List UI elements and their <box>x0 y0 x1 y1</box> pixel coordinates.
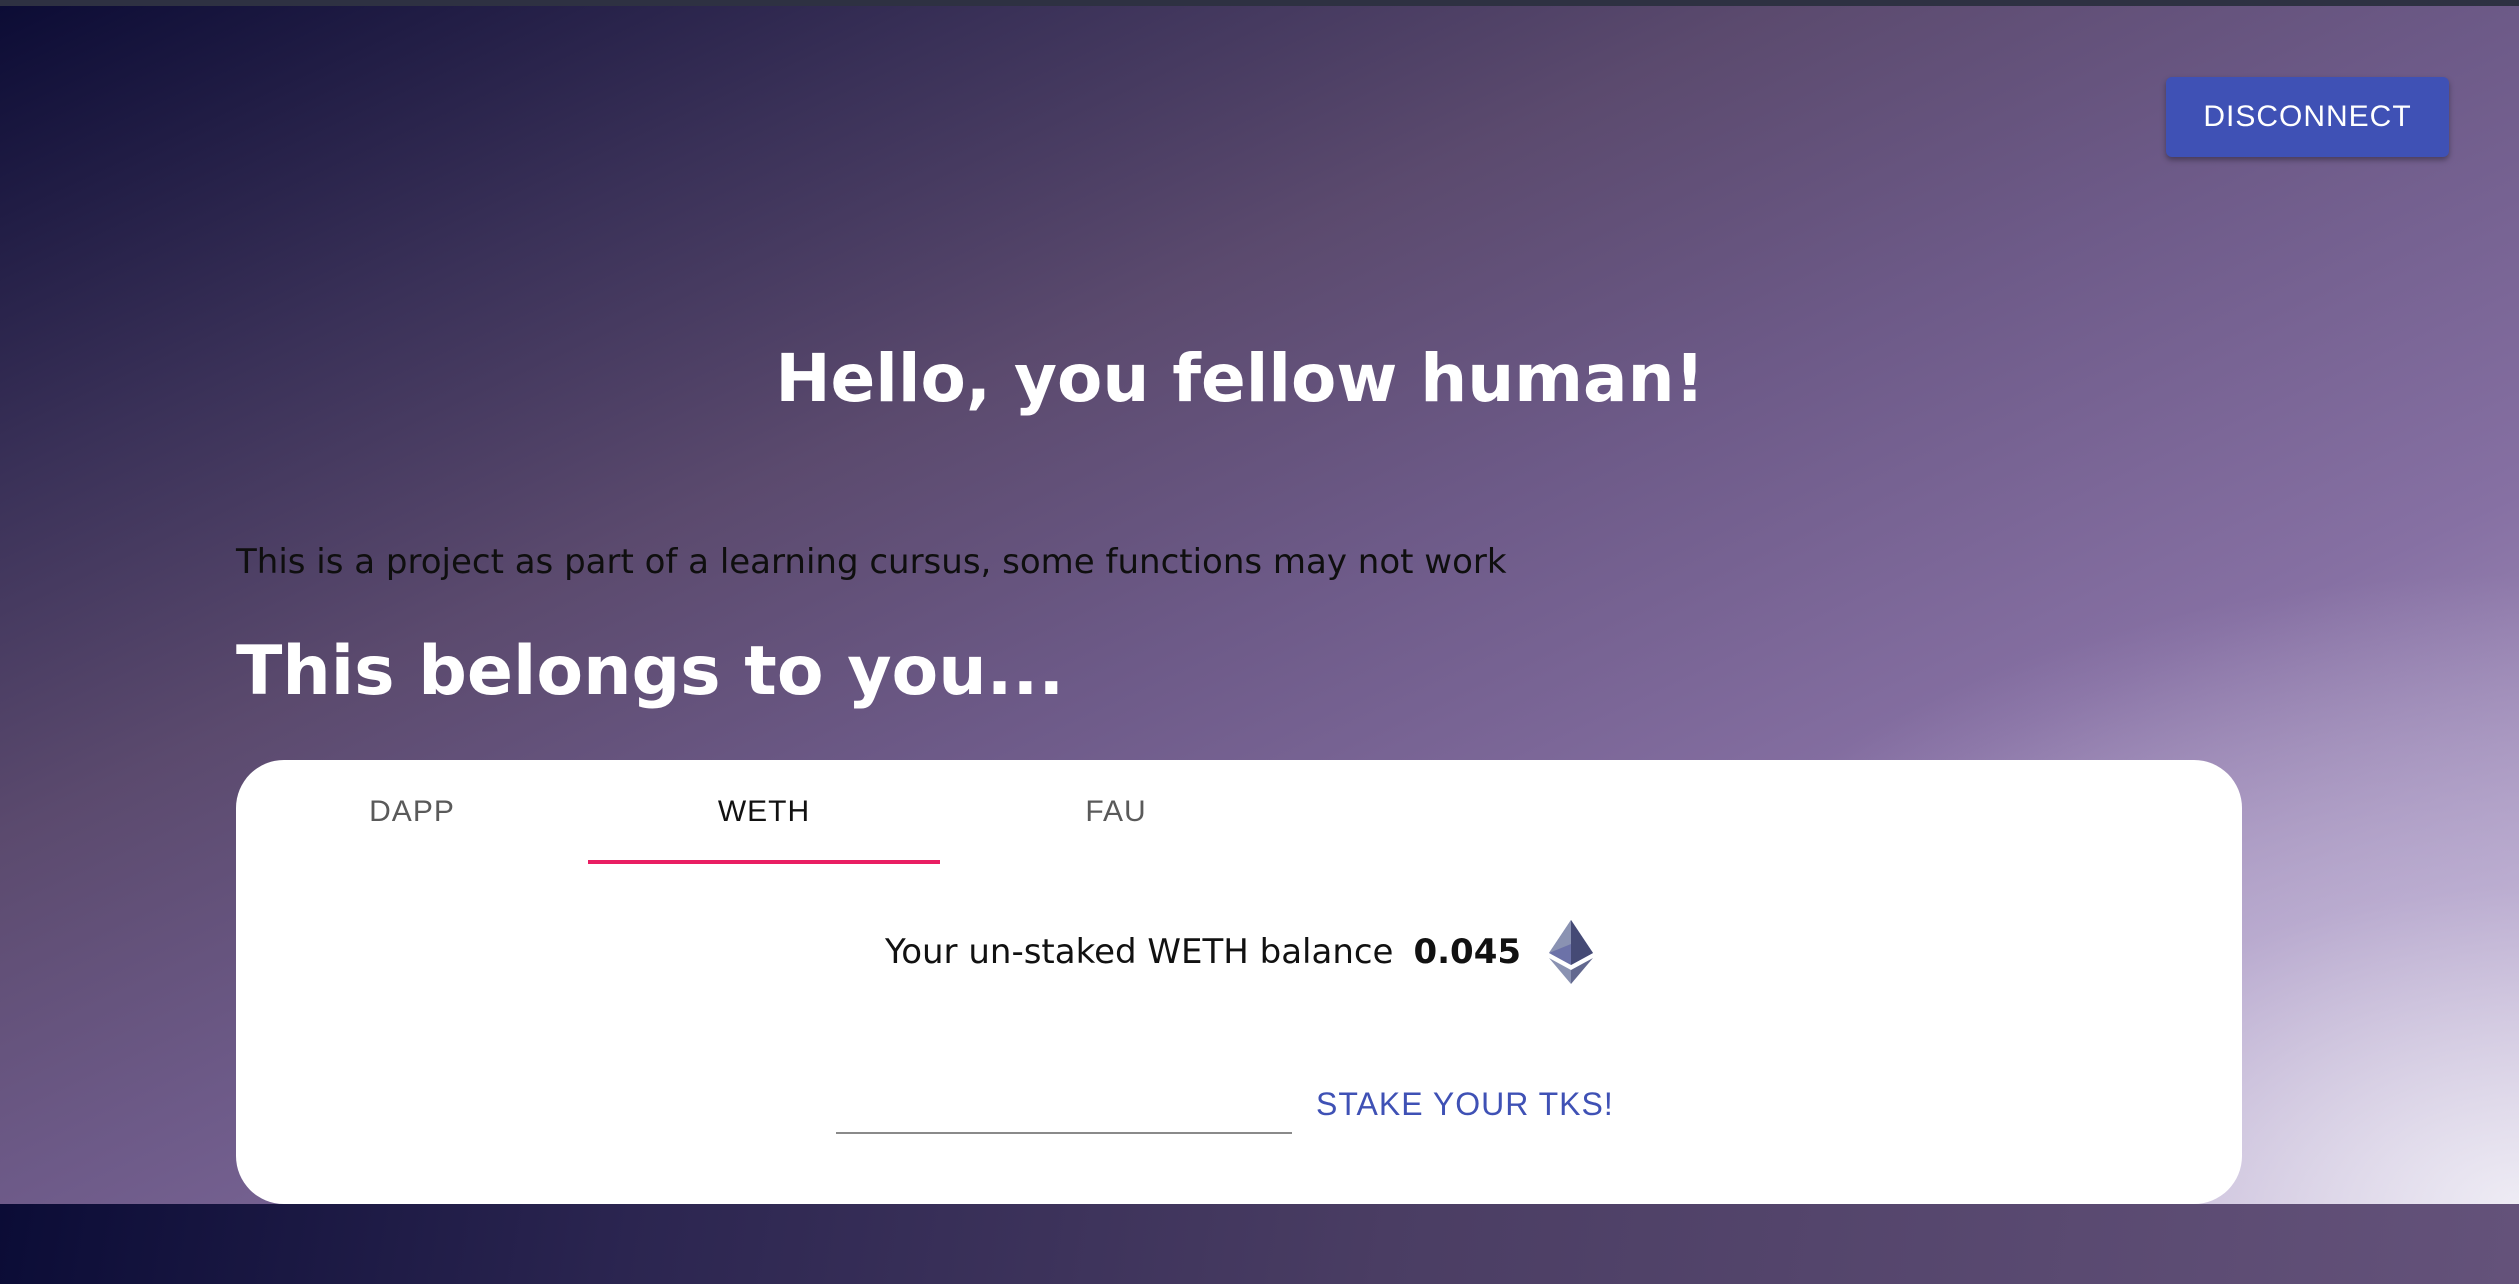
ethereum-icon <box>1549 920 1594 984</box>
project-notice: This is a project as part of a learning … <box>236 542 1507 582</box>
greeting-heading: Hello, you fellow human! <box>775 340 1705 417</box>
active-tab-indicator <box>588 860 940 864</box>
stake-amount-input[interactable] <box>836 1070 1292 1134</box>
stake-button[interactable]: STAKE YOUR TKS! <box>1304 1078 1626 1130</box>
balance-row: Your un-staked WETH balance 0.045 <box>236 920 2242 984</box>
tab-weth[interactable]: WETH <box>588 760 940 864</box>
tab-fau[interactable]: FAU <box>940 760 1292 864</box>
balance-value: 0.045 <box>1413 932 1522 972</box>
footer-strip <box>0 1204 2519 1284</box>
disconnect-button[interactable]: DISCONNECT <box>2166 77 2449 157</box>
section-title: This belongs to you... <box>236 632 1065 711</box>
tab-dapp[interactable]: DAPP <box>236 760 588 864</box>
token-card: DAPP WETH FAU Your un-staked WETH balanc… <box>236 760 2242 1204</box>
balance-label: Your un-staked WETH balance <box>884 932 1394 972</box>
